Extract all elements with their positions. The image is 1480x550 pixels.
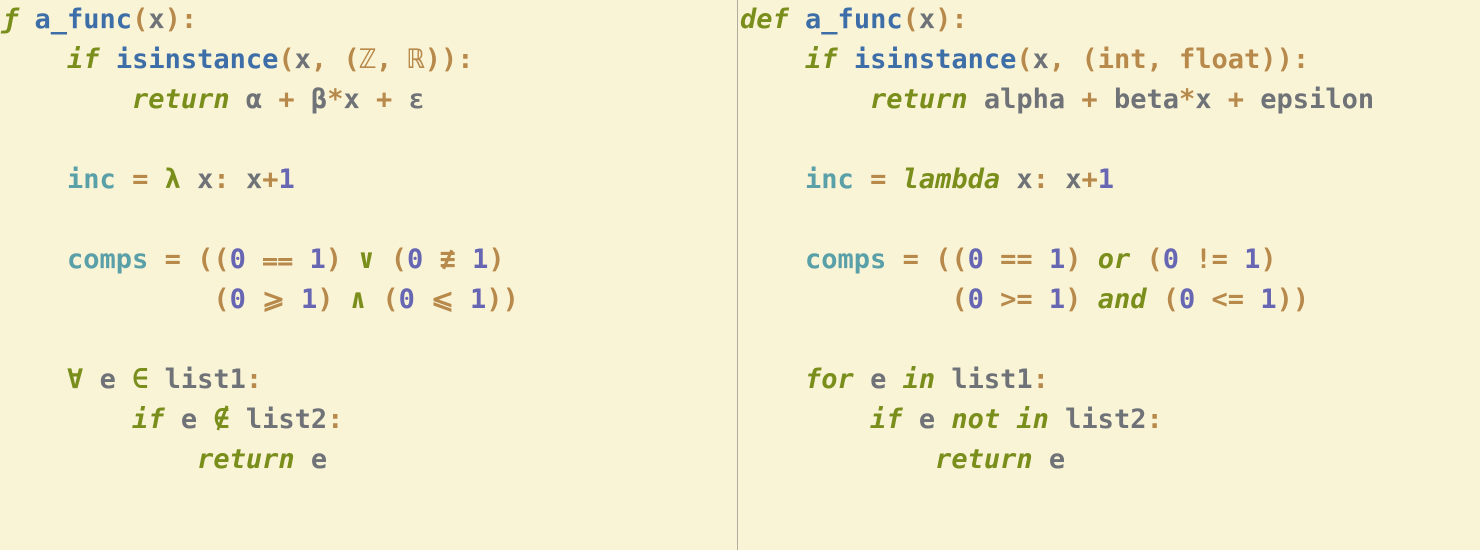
- keyword-not-in: not in: [951, 404, 1049, 435]
- keyword-return: return: [197, 444, 295, 475]
- keyword-return: return: [935, 444, 1033, 475]
- keyword-or: ∨: [358, 244, 374, 275]
- var-epsilon: ε: [409, 84, 425, 115]
- code-block-left: ƒ a_func(x): if isinstance(x, (ℤ, ℝ)): r…: [2, 0, 737, 480]
- code-pane-plain: def a_func(x): if isinstance(x, (int, fl…: [738, 0, 1480, 550]
- op-ge: ⩾: [262, 284, 285, 315]
- op-equal: ⩵: [262, 244, 293, 275]
- var-comps: comps: [805, 244, 886, 275]
- var-beta: beta: [1114, 84, 1179, 115]
- keyword-not-in: ∉: [213, 404, 229, 435]
- var-alpha: α: [246, 84, 262, 115]
- func-name: a_func: [805, 4, 903, 35]
- op-notequal: ≢: [440, 244, 456, 275]
- var-inc: inc: [805, 164, 854, 195]
- keyword-return: return: [132, 84, 230, 115]
- var-list1: list1: [951, 364, 1032, 395]
- var-list1: list1: [165, 364, 246, 395]
- keyword-return: return: [870, 84, 968, 115]
- colon: :: [181, 4, 197, 35]
- keyword-def: ƒ: [2, 4, 18, 35]
- op-ge: >=: [1000, 284, 1033, 315]
- keyword-if: if: [805, 44, 838, 75]
- var-inc: inc: [67, 164, 116, 195]
- keyword-and: ∧: [350, 284, 366, 315]
- var-alpha: alpha: [984, 84, 1065, 115]
- code-block-right: def a_func(x): if isinstance(x, (int, fl…: [740, 0, 1480, 480]
- keyword-if: if: [67, 44, 100, 75]
- keyword-for: ∀: [67, 364, 83, 395]
- var-beta: β: [311, 84, 327, 115]
- keyword-if: if: [132, 404, 165, 435]
- op-equal: ==: [1000, 244, 1033, 275]
- type-int: ℤ: [360, 44, 376, 75]
- keyword-and: and: [1098, 284, 1147, 315]
- type-int: int: [1098, 44, 1147, 75]
- var-epsilon: epsilon: [1260, 84, 1374, 115]
- builtin-isinstance: isinstance: [116, 44, 279, 75]
- keyword-for: for: [805, 364, 854, 395]
- var-list2: list2: [1065, 404, 1146, 435]
- keyword-or: or: [1098, 244, 1131, 275]
- type-float: float: [1179, 44, 1260, 75]
- param-x: x: [148, 4, 164, 35]
- keyword-in: in: [903, 364, 936, 395]
- op-notequal: !=: [1195, 244, 1228, 275]
- builtin-isinstance: isinstance: [854, 44, 1017, 75]
- op-le: <=: [1212, 284, 1245, 315]
- var-list2: list2: [246, 404, 327, 435]
- keyword-in: ∈: [132, 364, 148, 395]
- keyword-if: if: [870, 404, 903, 435]
- keyword-lambda: lambda: [903, 164, 1001, 195]
- var-comps: comps: [67, 244, 148, 275]
- keyword-lambda: λ: [165, 164, 181, 195]
- func-name: a_func: [35, 4, 133, 35]
- code-pane-ligatures: ƒ a_func(x): if isinstance(x, (ℤ, ℝ)): r…: [0, 0, 738, 550]
- op-le: ⩽: [431, 284, 454, 315]
- paren-open: (: [132, 4, 148, 35]
- keyword-def: def: [740, 4, 789, 35]
- paren-close: ): [165, 4, 181, 35]
- type-float: ℝ: [409, 44, 425, 75]
